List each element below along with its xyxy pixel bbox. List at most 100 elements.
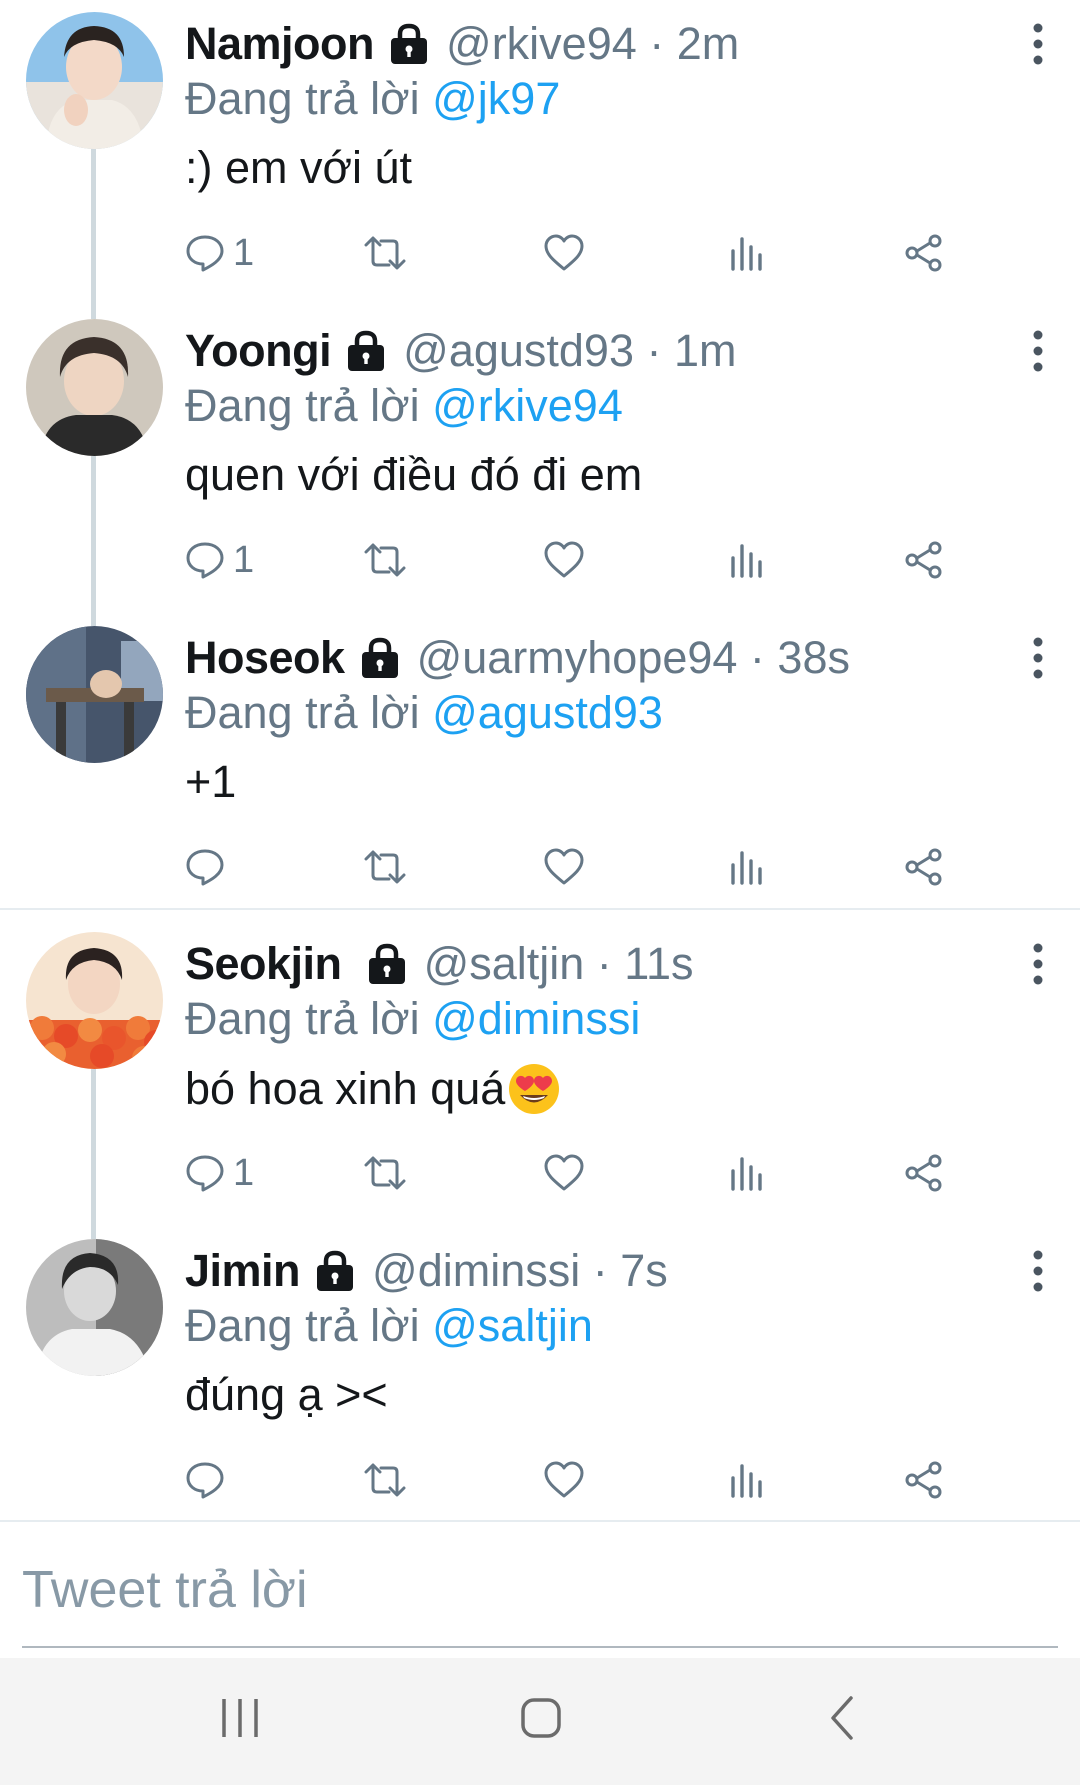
reply-button[interactable]: 1 [185, 532, 254, 588]
analytics-button[interactable] [728, 1452, 764, 1508]
mention-link[interactable]: @agustd93 [432, 687, 663, 738]
reply-compose [0, 1522, 1080, 1658]
back-icon[interactable] [808, 1688, 878, 1748]
thread-line [91, 149, 96, 307]
share-button[interactable] [903, 1452, 945, 1508]
avatar[interactable] [26, 1239, 163, 1376]
display-name[interactable]: Hoseok [185, 632, 345, 684]
reply-icon [185, 1153, 225, 1193]
action-bar: 1 [185, 1145, 965, 1201]
retweet-button[interactable] [362, 532, 408, 588]
reply-button[interactable]: 1 [185, 225, 254, 281]
retweet-button[interactable] [362, 1145, 408, 1201]
tweet-header: Namjoon @rkive94 · 2m [185, 14, 739, 74]
like-button[interactable] [543, 532, 585, 588]
mention-link[interactable]: @saltjin [432, 1300, 593, 1351]
reply-icon [185, 847, 225, 887]
avatar[interactable] [26, 12, 163, 149]
more-options-icon[interactable] [1026, 942, 1050, 986]
analytics-icon [728, 233, 764, 273]
recent-apps-icon[interactable] [205, 1688, 275, 1748]
tweet-item[interactable]: Namjoon @rkive94 · 2m Đang trả lời @jk97… [0, 0, 1080, 307]
like-button[interactable] [543, 1145, 585, 1201]
analytics-button[interactable] [728, 532, 764, 588]
more-options-icon[interactable] [1026, 1249, 1050, 1293]
more-options-icon[interactable] [1026, 22, 1050, 66]
action-bar [185, 1452, 965, 1508]
handle-timestamp[interactable]: @rkive94 · 2m [446, 18, 739, 70]
tweet-text: +1 [185, 756, 237, 807]
replying-to-label: Đang trả lời [185, 380, 433, 431]
action-bar: 1 [185, 225, 965, 281]
tweet-item[interactable]: Yoongi @agustd93 · 1m Đang trả lời @rkiv… [0, 307, 1080, 614]
tweet-item[interactable]: Hoseok @uarmyhope94 · 38s Đang trả lời @… [0, 614, 1080, 921]
share-icon [903, 540, 945, 580]
lock-icon [343, 328, 389, 374]
like-button[interactable] [543, 839, 585, 895]
display-name[interactable]: Namjoon [185, 18, 375, 70]
reply-count: 1 [233, 538, 255, 581]
handle-timestamp[interactable]: @diminssi · 7s [372, 1245, 668, 1297]
heart-icon [543, 1460, 585, 1500]
like-button[interactable] [543, 225, 585, 281]
more-options-icon[interactable] [1026, 329, 1050, 373]
more-options-icon[interactable] [1026, 636, 1050, 680]
reply-button[interactable]: 1 [185, 1145, 254, 1201]
thread-line [91, 1069, 96, 1227]
lock-icon [357, 635, 403, 681]
retweet-button[interactable] [362, 1452, 408, 1508]
android-nav-bar [0, 1658, 1080, 1785]
home-icon[interactable] [506, 1688, 576, 1748]
analytics-button[interactable] [728, 839, 764, 895]
reply-count: 1 [233, 231, 255, 274]
retweet-button[interactable] [362, 839, 408, 895]
mention-link[interactable]: @rkive94 [432, 380, 623, 431]
avatar[interactable] [26, 932, 163, 1069]
analytics-icon [728, 1460, 764, 1500]
reply-count: 1 [233, 1151, 255, 1194]
replying-to: Đang trả lời @saltjin [185, 1300, 593, 1352]
heart-icon [543, 540, 585, 580]
display-name[interactable]: Seokjin [185, 938, 342, 990]
share-button[interactable] [903, 839, 945, 895]
tweet-header: Yoongi @agustd93 · 1m [185, 321, 737, 381]
tweet-text-body: bó hoa xinh quá [185, 1063, 506, 1114]
share-button[interactable] [903, 1145, 945, 1201]
thread-line [91, 456, 96, 614]
retweet-icon [362, 1153, 408, 1193]
display-name[interactable]: Jimin [185, 1245, 301, 1297]
tweet-item[interactable]: Seokjin @saltjin · 11s Đang trả lời @dim… [0, 920, 1080, 1227]
handle-timestamp[interactable]: @saltjin · 11s [424, 938, 694, 990]
analytics-button[interactable] [728, 1145, 764, 1201]
tweet-text: đúng ạ >< [185, 1369, 388, 1420]
tweet-header: Seokjin @saltjin · 11s [185, 934, 694, 994]
handle-timestamp[interactable]: @uarmyhope94 · 38s [417, 632, 850, 684]
replying-to-label: Đang trả lời [185, 993, 433, 1044]
handle-timestamp[interactable]: @agustd93 · 1m [403, 325, 736, 377]
reply-tweet-input[interactable] [22, 1550, 1022, 1630]
retweet-icon [362, 847, 408, 887]
analytics-button[interactable] [728, 225, 764, 281]
share-button[interactable] [903, 532, 945, 588]
avatar[interactable] [26, 626, 163, 763]
share-icon [903, 1460, 945, 1500]
like-button[interactable] [543, 1452, 585, 1508]
thread-line [91, 614, 96, 626]
reply-button[interactable] [185, 1452, 233, 1508]
heart-icon [543, 847, 585, 887]
action-bar [185, 839, 965, 895]
mention-link[interactable]: @diminssi [432, 993, 640, 1044]
replying-to: Đang trả lời @agustd93 [185, 687, 663, 739]
share-icon [903, 847, 945, 887]
avatar[interactable] [26, 319, 163, 456]
reply-icon [185, 1460, 225, 1500]
display-name[interactable]: Yoongi [185, 325, 332, 377]
tweet-item[interactable]: Jimin @diminssi · 7s Đang trả lời @saltj… [0, 1227, 1080, 1534]
lock-icon [364, 941, 410, 987]
analytics-icon [728, 540, 764, 580]
retweet-button[interactable] [362, 225, 408, 281]
mention-link[interactable]: @jk97 [432, 73, 560, 124]
input-underline [22, 1646, 1058, 1648]
share-button[interactable] [903, 225, 945, 281]
reply-button[interactable] [185, 839, 233, 895]
